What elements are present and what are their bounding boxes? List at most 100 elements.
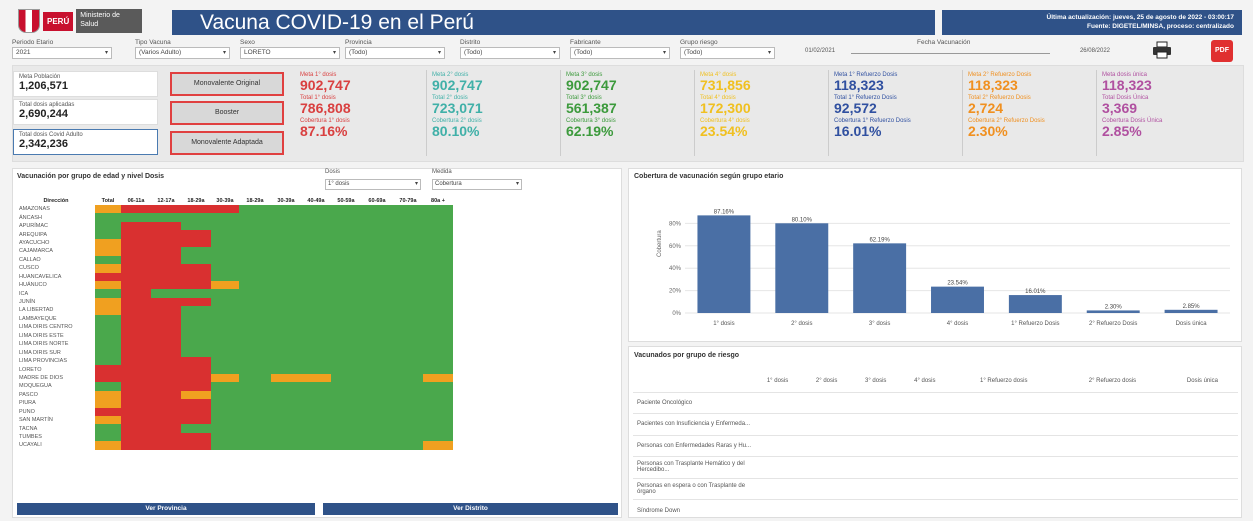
risk-row[interactable]: Paciente Oncológico [633,391,1238,414]
heatmap-cell [393,365,423,374]
heatmap-cell [181,280,211,290]
heatmap-cell [151,382,181,391]
heatmap-cell [181,323,211,332]
heatmap-row[interactable]: PUNO [17,407,453,416]
heatmap-row[interactable]: PASCO [17,390,453,400]
filter-3[interactable]: Provincia (Todo) ▾ [345,39,445,63]
heatmap-row[interactable]: HUÁNUCO [17,280,453,290]
dosis-select[interactable]: 1° dosis ▾ [325,179,421,190]
heatmap-row[interactable]: MADRE DE DIOS [17,373,453,383]
heatmap-row[interactable]: MOQUEGUA [17,382,453,391]
bar[interactable] [775,223,829,313]
heatmap-row[interactable]: LA LIBERTAD [17,306,453,315]
heatmap-cell [151,365,181,374]
chevron-down-icon: ▾ [414,181,418,187]
vaccine-type-button-0[interactable]: Monovalente Original [170,72,284,96]
filter-select[interactable]: (Todo) ▾ [570,47,670,59]
heatmap-cell [423,314,453,324]
bar[interactable] [1008,295,1062,313]
filter-2[interactable]: Sexo LORETO ▾ [240,39,340,63]
filter-select[interactable]: LORETO ▾ [240,47,340,59]
heatmap-row[interactable]: LIMA PROVINCIAS [17,356,453,366]
filter-0[interactable]: Periodo Etario 2021 ▾ [12,39,112,63]
update-source: Fuente: DIGETEL/MINSA, proceso: centrali… [1087,23,1234,30]
heatmap-cell [151,399,181,408]
heatmap-cell [181,399,211,408]
risk-row[interactable]: Personas con Enfermedades Raras y Hu... [633,434,1238,457]
filter-6[interactable]: Grupo riesgo (Todo) ▾ [680,39,775,63]
heatmap-cell [361,297,393,307]
heatmap-row[interactable]: LAMBAYEQUE [17,314,453,324]
heatmap-row[interactable]: TUMBES [17,432,453,442]
heatmap-cell [151,323,181,332]
risk-row[interactable]: Pacientes con Insuficiencia y Enfermeda.… [633,413,1238,435]
date-slider-end[interactable]: 26/08/2022 [1080,48,1110,54]
heatmap-cell [271,221,301,231]
bar[interactable] [1164,309,1218,313]
heatmap-cell [301,289,331,298]
ver-distrito-button[interactable]: Ver Distrito [323,503,618,515]
bar[interactable] [931,286,984,313]
filter-label: Fabricante [570,39,601,46]
risk-cell [1058,434,1167,457]
heatmap-row[interactable]: UCAYALI [17,441,453,450]
heatmap-row[interactable]: AMAZONAS [17,205,453,214]
heatmap-row[interactable]: CUSCO [17,264,453,273]
heatmap-row[interactable]: APURÍMAC [17,221,453,231]
heatmap-row[interactable]: AYACUCHO [17,238,453,248]
risk-row[interactable]: Síndrome Down [633,499,1238,521]
filter-select[interactable]: (Todo) ▾ [460,47,560,59]
heatmap-row[interactable]: ÁNCASH [17,213,453,222]
ver-provincia-button[interactable]: Ver Provincia [17,503,315,515]
heatmap-cell [361,340,393,349]
vaccine-type-button-2[interactable]: Monovalente Adaptada [170,131,284,155]
heatmap-row[interactable]: HUANCAVELICA [17,272,453,281]
date-slider-label: Fecha Vacunación [917,39,971,46]
print-icon[interactable] [1152,41,1172,59]
risk-row[interactable]: Personas con Trasplante Hemático y del H… [633,456,1238,478]
filter-select[interactable]: (Varios Adulto) ▾ [135,47,230,59]
heatmap-cell [423,221,453,231]
filter-select[interactable]: (Todo) ▾ [345,47,445,59]
heatmap-row[interactable]: LIMA DIRIS CENTRO [17,323,453,332]
heatmap-row[interactable]: LIMA DIRIS NORTE [17,340,453,349]
risk-cell [1166,456,1238,478]
filter-label: Sexo [240,39,255,46]
bar[interactable] [853,243,907,313]
heatmap-row[interactable]: TACNA [17,424,453,433]
heatmap-row[interactable]: CAJAMARCA [17,247,453,256]
heatmap-row[interactable]: LIMA DIRIS ESTE [17,331,453,340]
heatmap-cell [95,264,121,273]
filter-select[interactable]: (Todo) ▾ [680,47,775,59]
risk-cell [802,434,852,457]
heatmap-row[interactable]: LORETO [17,365,453,374]
heatmap-cell [239,432,271,442]
filter-5[interactable]: Fabricante (Todo) ▾ [570,39,670,63]
filter-select[interactable]: 2021 ▾ [12,47,112,59]
heatmap-row[interactable]: ICA [17,289,453,298]
heatmap-row[interactable]: LIMA DIRIS SUR [17,348,453,357]
heatmap-row[interactable]: AREQUIPA [17,230,453,239]
heatmap-cell [151,297,181,307]
filter-1[interactable]: Tipo Vacuna (Varios Adulto) ▾ [135,39,230,63]
heatmap-row[interactable]: JUNÍN [17,297,453,307]
heatmap-cell [95,323,121,332]
date-slider[interactable]: Fecha Vacunación 01/02/2021 26/08/2022 [805,39,1110,63]
heatmap-cell [423,213,453,222]
risk-row[interactable]: Personas en espera o con Trasplante de ó… [633,477,1238,500]
date-slider-track[interactable] [851,53,1050,54]
heatmap-cell [151,205,181,214]
medida-select[interactable]: Cobertura ▾ [432,179,522,190]
heatmap-row[interactable]: PIURA [17,399,453,408]
heatmap-cell [95,415,121,425]
heatmap-col-header: 18-29a [246,197,264,204]
heatmap-row[interactable]: SAN MARTÍN [17,415,453,425]
pdf-icon[interactable]: PDF [1211,40,1233,62]
bar[interactable] [1086,310,1140,313]
vaccine-type-button-1[interactable]: Booster [170,101,284,125]
filter-4[interactable]: Distrito (Todo) ▾ [460,39,560,63]
bar[interactable] [697,215,751,313]
heatmap-row[interactable]: CALLAO [17,255,453,265]
date-slider-start[interactable]: 01/02/2021 [805,48,835,54]
heatmap-cell [331,356,361,366]
